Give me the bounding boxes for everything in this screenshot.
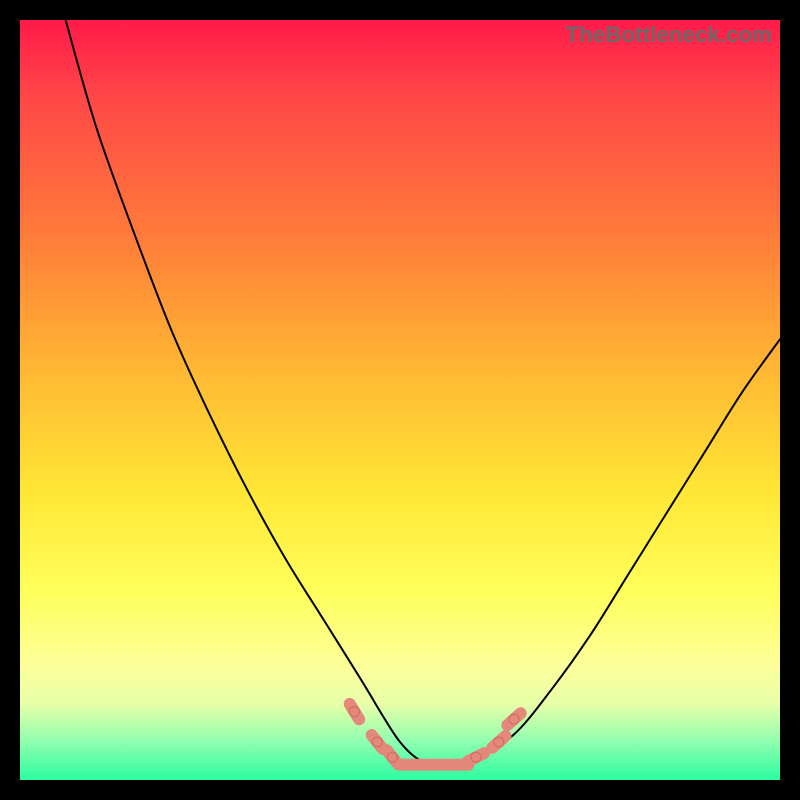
data-marker-dot [349,707,359,717]
bottleneck-curve [66,20,780,765]
data-marker-dot [471,752,481,762]
data-marker-dot [494,737,504,747]
chart-frame: TheBottleneck.com [0,0,800,800]
chart-svg [20,20,780,780]
data-marker-dot [509,714,519,724]
data-marker-dot [387,752,397,762]
plot-area: TheBottleneck.com [20,20,780,780]
data-marker-dot [372,737,382,747]
